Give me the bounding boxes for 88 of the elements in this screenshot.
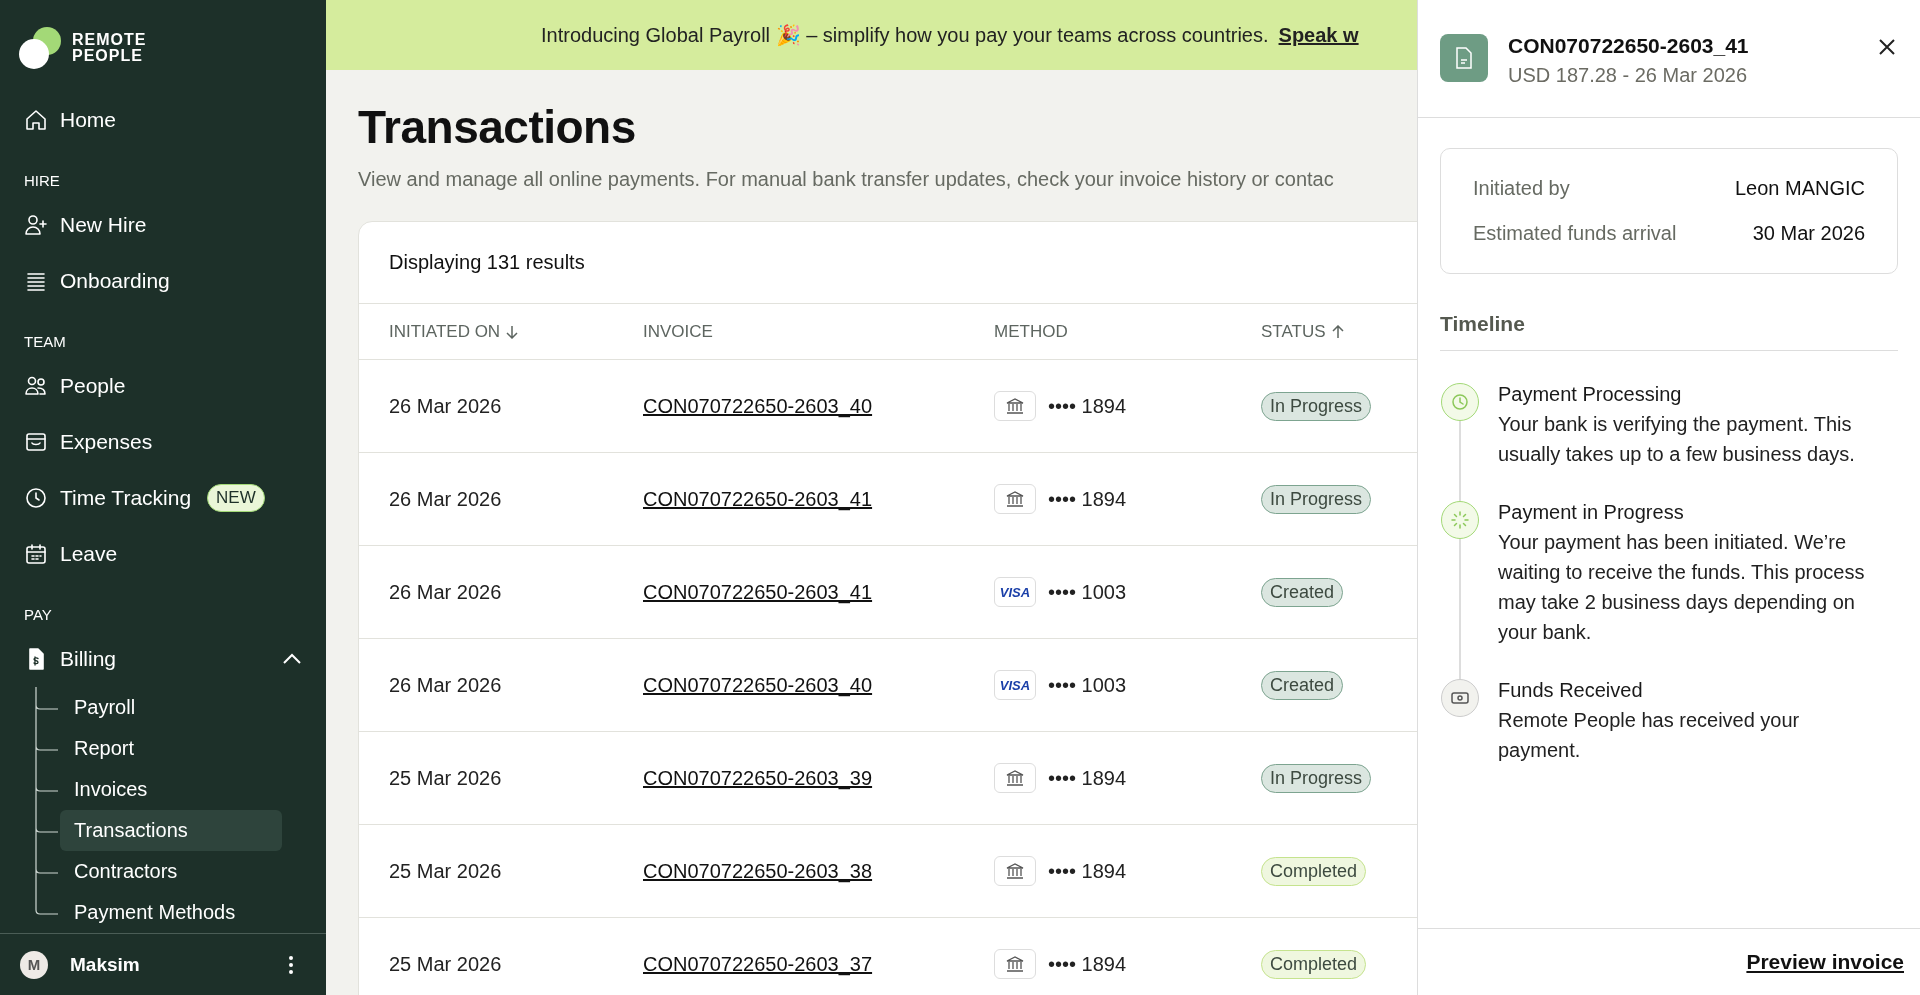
nav-subitem[interactable]: Invoices [60, 769, 282, 810]
more-icon[interactable] [288, 954, 294, 975]
page-subtitle: View and manage all online payments. For manual bank transfer updates, check your invoice history or contac [358, 168, 1335, 191]
invoice-link[interactable]: CON070722650-2603_40 [643, 673, 873, 697]
invoice-link[interactable]: CON070722650-2603_39 [643, 766, 873, 790]
timeline-step-title: Payment Processing [1498, 383, 1683, 406]
preview-invoice-link[interactable]: Preview invoice [1746, 950, 1904, 974]
nav-item[interactable]: Time Tracking NEW [0, 470, 326, 526]
section-label: HIRE [23, 171, 61, 191]
nav-item[interactable]: Home [0, 92, 326, 148]
card-number: •••• 1894 [1048, 766, 1127, 790]
date-cell: 26 Mar 2026 [389, 580, 502, 604]
date-cell: 26 Mar 2026 [389, 394, 502, 418]
user-avatar: M [20, 950, 48, 979]
card-number: •••• 1003 [1048, 673, 1127, 697]
invoice-link[interactable]: CON070722650-2603_38 [643, 859, 873, 883]
section-label: TEAM [23, 332, 67, 352]
home-icon [24, 108, 48, 132]
page-title: Transactions [358, 100, 637, 154]
user-name: Maksim [70, 953, 141, 976]
new-badge: NEW [207, 484, 265, 512]
clock-icon [24, 486, 48, 510]
status-badge: Created [1261, 577, 1344, 607]
banner-text: Introducing Global Payroll 🎉 – simplify how you pay your teams across countries. [541, 23, 1269, 47]
status-badge: Completed [1261, 856, 1367, 886]
nav-subitem[interactable]: Transactions [60, 810, 282, 851]
person-add-icon [24, 213, 48, 237]
document-icon [1440, 34, 1488, 82]
status-badge: In Progress [1261, 391, 1372, 421]
status-badge: Completed [1261, 949, 1367, 979]
date-cell: 25 Mar 2026 [389, 766, 502, 790]
bank-icon [994, 949, 1036, 979]
invoice-link[interactable]: CON070722650-2603_41 [643, 580, 873, 604]
status-badge: Created [1261, 670, 1344, 700]
people-icon [24, 374, 48, 398]
date-cell: 26 Mar 2026 [389, 673, 502, 697]
timeline-step-text: Your payment has been initiated. We’re waiting to receive the funds. This process may take 2 business days depending on your bank. [1498, 530, 1866, 645]
timeline-step-title: Funds Received [1498, 679, 1644, 702]
card-number: •••• 1894 [1048, 859, 1127, 883]
status-badge: In Progress [1261, 763, 1372, 793]
close-icon[interactable] [1878, 38, 1896, 56]
nav-item[interactable]: New Hire [0, 197, 326, 253]
column-header[interactable]: INVOICE [643, 321, 713, 342]
column-header[interactable]: STATUS [1261, 321, 1344, 342]
timeline-step-text: Remote People has received your payment. [1498, 708, 1801, 763]
status-badge: In Progress [1261, 484, 1372, 514]
invoice-link[interactable]: CON070722650-2603_41 [643, 487, 873, 511]
date-cell: 26 Mar 2026 [389, 487, 502, 511]
timeline-step-text: Your bank is verifying the payment. This usually takes up to a few business days. [1498, 412, 1856, 467]
calendar-icon [24, 542, 48, 566]
logo-text: REMOTE PEOPLE [72, 32, 147, 64]
column-header[interactable]: METHOD [994, 321, 1068, 342]
bank-icon [994, 391, 1036, 421]
bank-icon [994, 484, 1036, 514]
timeline-step-title: Payment in Progress [1498, 501, 1685, 524]
card-number: •••• 1894 [1048, 952, 1127, 976]
panel-title: CON070722650-2603_41 [1508, 34, 1750, 58]
detail-value: Leon MANGIC [1734, 177, 1865, 200]
nav-item[interactable]: People [0, 358, 326, 414]
logo-icon [18, 25, 64, 71]
column-header[interactable]: INITIATED ON [389, 321, 519, 342]
nav-item[interactable]: Billing [0, 631, 326, 687]
detail-value: 30 Mar 2026 [1752, 222, 1865, 245]
invoice-link[interactable]: CON070722650-2603_37 [643, 952, 873, 976]
nav-item[interactable]: Leave [0, 526, 326, 582]
detail-label: Initiated by [1473, 177, 1570, 200]
nav-subitem[interactable]: Contractors [60, 851, 282, 892]
nav-item[interactable]: Expenses [0, 414, 326, 470]
nav-item[interactable]: Onboarding [0, 253, 326, 309]
tray-icon [24, 430, 48, 454]
section-label: PAY [23, 605, 53, 625]
bank-icon [994, 763, 1036, 793]
invoice-link[interactable]: CON070722650-2603_40 [643, 394, 873, 418]
date-cell: 25 Mar 2026 [389, 859, 502, 883]
nav-subitem[interactable]: Report [60, 728, 282, 769]
card-number: •••• 1894 [1048, 487, 1127, 511]
nav-subitem[interactable]: Payment Methods [60, 892, 282, 933]
card-number: •••• 1003 [1048, 580, 1127, 604]
section-heading: Timeline [1440, 312, 1898, 351]
card-brand-logo: VISA [994, 670, 1036, 700]
date-cell: 25 Mar 2026 [389, 952, 502, 976]
panel-subtitle: USD 187.28 - 26 Mar 2026 [1508, 64, 1749, 87]
nav-subitem[interactable]: Payroll [60, 687, 282, 728]
card-brand-logo: VISA [994, 577, 1036, 607]
detail-label: Estimated funds arrival [1473, 222, 1677, 245]
card-number: •••• 1894 [1048, 394, 1127, 418]
bank-icon [994, 856, 1036, 886]
banner-link[interactable]: Speak w [1278, 23, 1359, 47]
